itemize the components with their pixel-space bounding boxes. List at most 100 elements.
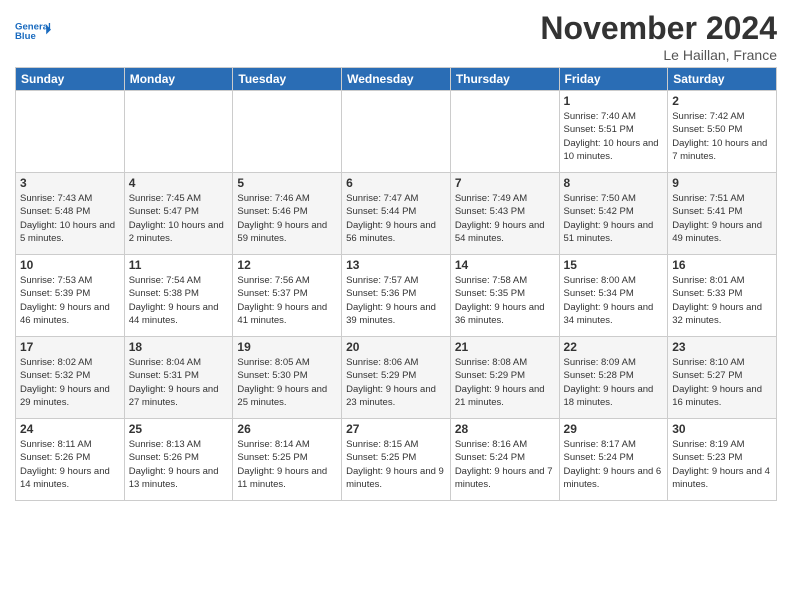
calendar-week-row: 10 Sunrise: 7:53 AMSunset: 5:39 PMDaylig… bbox=[16, 255, 777, 337]
day-info: Sunrise: 8:01 AMSunset: 5:33 PMDaylight:… bbox=[672, 274, 772, 327]
day-info: Sunrise: 8:11 AMSunset: 5:26 PMDaylight:… bbox=[20, 438, 120, 491]
calendar-week-row: 3 Sunrise: 7:43 AMSunset: 5:48 PMDayligh… bbox=[16, 173, 777, 255]
location: Le Haillan, France bbox=[540, 47, 777, 63]
table-row: 10 Sunrise: 7:53 AMSunset: 5:39 PMDaylig… bbox=[16, 255, 125, 337]
calendar-week-row: 24 Sunrise: 8:11 AMSunset: 5:26 PMDaylig… bbox=[16, 419, 777, 501]
table-row: 26 Sunrise: 8:14 AMSunset: 5:25 PMDaylig… bbox=[233, 419, 342, 501]
table-row: 4 Sunrise: 7:45 AMSunset: 5:47 PMDayligh… bbox=[124, 173, 233, 255]
day-number: 8 bbox=[564, 176, 664, 190]
day-number: 26 bbox=[237, 422, 337, 436]
day-number: 15 bbox=[564, 258, 664, 272]
day-number: 27 bbox=[346, 422, 446, 436]
col-sunday: Sunday bbox=[16, 68, 125, 91]
day-info: Sunrise: 7:47 AMSunset: 5:44 PMDaylight:… bbox=[346, 192, 446, 245]
table-row: 13 Sunrise: 7:57 AMSunset: 5:36 PMDaylig… bbox=[342, 255, 451, 337]
day-number: 2 bbox=[672, 94, 772, 108]
table-row: 15 Sunrise: 8:00 AMSunset: 5:34 PMDaylig… bbox=[559, 255, 668, 337]
svg-text:Blue: Blue bbox=[15, 31, 36, 42]
calendar-header-row: Sunday Monday Tuesday Wednesday Thursday… bbox=[16, 68, 777, 91]
day-info: Sunrise: 7:53 AMSunset: 5:39 PMDaylight:… bbox=[20, 274, 120, 327]
day-info: Sunrise: 7:58 AMSunset: 5:35 PMDaylight:… bbox=[455, 274, 555, 327]
table-row bbox=[342, 91, 451, 173]
day-number: 13 bbox=[346, 258, 446, 272]
table-row: 1 Sunrise: 7:40 AMSunset: 5:51 PMDayligh… bbox=[559, 91, 668, 173]
day-number: 30 bbox=[672, 422, 772, 436]
day-number: 4 bbox=[129, 176, 229, 190]
day-info: Sunrise: 7:45 AMSunset: 5:47 PMDaylight:… bbox=[129, 192, 229, 245]
col-saturday: Saturday bbox=[668, 68, 777, 91]
day-info: Sunrise: 7:50 AMSunset: 5:42 PMDaylight:… bbox=[564, 192, 664, 245]
logo-svg: General Blue bbox=[15, 14, 51, 50]
table-row bbox=[450, 91, 559, 173]
day-number: 14 bbox=[455, 258, 555, 272]
col-wednesday: Wednesday bbox=[342, 68, 451, 91]
day-info: Sunrise: 8:04 AMSunset: 5:31 PMDaylight:… bbox=[129, 356, 229, 409]
table-row: 18 Sunrise: 8:04 AMSunset: 5:31 PMDaylig… bbox=[124, 337, 233, 419]
table-row: 22 Sunrise: 8:09 AMSunset: 5:28 PMDaylig… bbox=[559, 337, 668, 419]
table-row: 20 Sunrise: 8:06 AMSunset: 5:29 PMDaylig… bbox=[342, 337, 451, 419]
day-number: 28 bbox=[455, 422, 555, 436]
table-row: 27 Sunrise: 8:15 AMSunset: 5:25 PMDaylig… bbox=[342, 419, 451, 501]
day-info: Sunrise: 8:08 AMSunset: 5:29 PMDaylight:… bbox=[455, 356, 555, 409]
table-row bbox=[233, 91, 342, 173]
table-row: 24 Sunrise: 8:11 AMSunset: 5:26 PMDaylig… bbox=[16, 419, 125, 501]
header: General Blue November 2024 Le Haillan, F… bbox=[15, 10, 777, 63]
table-row: 28 Sunrise: 8:16 AMSunset: 5:24 PMDaylig… bbox=[450, 419, 559, 501]
day-number: 17 bbox=[20, 340, 120, 354]
day-number: 20 bbox=[346, 340, 446, 354]
day-info: Sunrise: 7:56 AMSunset: 5:37 PMDaylight:… bbox=[237, 274, 337, 327]
table-row: 9 Sunrise: 7:51 AMSunset: 5:41 PMDayligh… bbox=[668, 173, 777, 255]
table-row: 6 Sunrise: 7:47 AMSunset: 5:44 PMDayligh… bbox=[342, 173, 451, 255]
day-info: Sunrise: 7:51 AMSunset: 5:41 PMDaylight:… bbox=[672, 192, 772, 245]
day-number: 5 bbox=[237, 176, 337, 190]
day-info: Sunrise: 8:16 AMSunset: 5:24 PMDaylight:… bbox=[455, 438, 555, 491]
table-row: 11 Sunrise: 7:54 AMSunset: 5:38 PMDaylig… bbox=[124, 255, 233, 337]
day-number: 12 bbox=[237, 258, 337, 272]
day-number: 7 bbox=[455, 176, 555, 190]
logo: General Blue bbox=[15, 14, 51, 50]
day-info: Sunrise: 7:54 AMSunset: 5:38 PMDaylight:… bbox=[129, 274, 229, 327]
day-info: Sunrise: 8:02 AMSunset: 5:32 PMDaylight:… bbox=[20, 356, 120, 409]
day-info: Sunrise: 7:43 AMSunset: 5:48 PMDaylight:… bbox=[20, 192, 120, 245]
day-info: Sunrise: 8:15 AMSunset: 5:25 PMDaylight:… bbox=[346, 438, 446, 491]
day-number: 10 bbox=[20, 258, 120, 272]
table-row: 23 Sunrise: 8:10 AMSunset: 5:27 PMDaylig… bbox=[668, 337, 777, 419]
table-row: 8 Sunrise: 7:50 AMSunset: 5:42 PMDayligh… bbox=[559, 173, 668, 255]
day-info: Sunrise: 7:40 AMSunset: 5:51 PMDaylight:… bbox=[564, 110, 664, 163]
day-number: 9 bbox=[672, 176, 772, 190]
day-info: Sunrise: 7:57 AMSunset: 5:36 PMDaylight:… bbox=[346, 274, 446, 327]
table-row bbox=[16, 91, 125, 173]
day-number: 11 bbox=[129, 258, 229, 272]
day-info: Sunrise: 8:10 AMSunset: 5:27 PMDaylight:… bbox=[672, 356, 772, 409]
day-number: 22 bbox=[564, 340, 664, 354]
col-monday: Monday bbox=[124, 68, 233, 91]
table-row: 12 Sunrise: 7:56 AMSunset: 5:37 PMDaylig… bbox=[233, 255, 342, 337]
day-info: Sunrise: 7:49 AMSunset: 5:43 PMDaylight:… bbox=[455, 192, 555, 245]
day-info: Sunrise: 8:09 AMSunset: 5:28 PMDaylight:… bbox=[564, 356, 664, 409]
day-number: 18 bbox=[129, 340, 229, 354]
day-info: Sunrise: 8:13 AMSunset: 5:26 PMDaylight:… bbox=[129, 438, 229, 491]
page: General Blue November 2024 Le Haillan, F… bbox=[0, 0, 792, 612]
col-tuesday: Tuesday bbox=[233, 68, 342, 91]
table-row: 21 Sunrise: 8:08 AMSunset: 5:29 PMDaylig… bbox=[450, 337, 559, 419]
day-info: Sunrise: 8:17 AMSunset: 5:24 PMDaylight:… bbox=[564, 438, 664, 491]
col-thursday: Thursday bbox=[450, 68, 559, 91]
table-row: 19 Sunrise: 8:05 AMSunset: 5:30 PMDaylig… bbox=[233, 337, 342, 419]
month-title: November 2024 bbox=[540, 10, 777, 47]
day-number: 23 bbox=[672, 340, 772, 354]
table-row: 7 Sunrise: 7:49 AMSunset: 5:43 PMDayligh… bbox=[450, 173, 559, 255]
table-row bbox=[124, 91, 233, 173]
calendar-table: Sunday Monday Tuesday Wednesday Thursday… bbox=[15, 67, 777, 501]
day-info: Sunrise: 8:00 AMSunset: 5:34 PMDaylight:… bbox=[564, 274, 664, 327]
day-info: Sunrise: 7:42 AMSunset: 5:50 PMDaylight:… bbox=[672, 110, 772, 163]
calendar-week-row: 1 Sunrise: 7:40 AMSunset: 5:51 PMDayligh… bbox=[16, 91, 777, 173]
col-friday: Friday bbox=[559, 68, 668, 91]
day-info: Sunrise: 8:05 AMSunset: 5:30 PMDaylight:… bbox=[237, 356, 337, 409]
day-number: 3 bbox=[20, 176, 120, 190]
table-row: 29 Sunrise: 8:17 AMSunset: 5:24 PMDaylig… bbox=[559, 419, 668, 501]
day-info: Sunrise: 7:46 AMSunset: 5:46 PMDaylight:… bbox=[237, 192, 337, 245]
title-block: November 2024 Le Haillan, France bbox=[540, 10, 777, 63]
day-number: 19 bbox=[237, 340, 337, 354]
day-number: 16 bbox=[672, 258, 772, 272]
table-row: 16 Sunrise: 8:01 AMSunset: 5:33 PMDaylig… bbox=[668, 255, 777, 337]
